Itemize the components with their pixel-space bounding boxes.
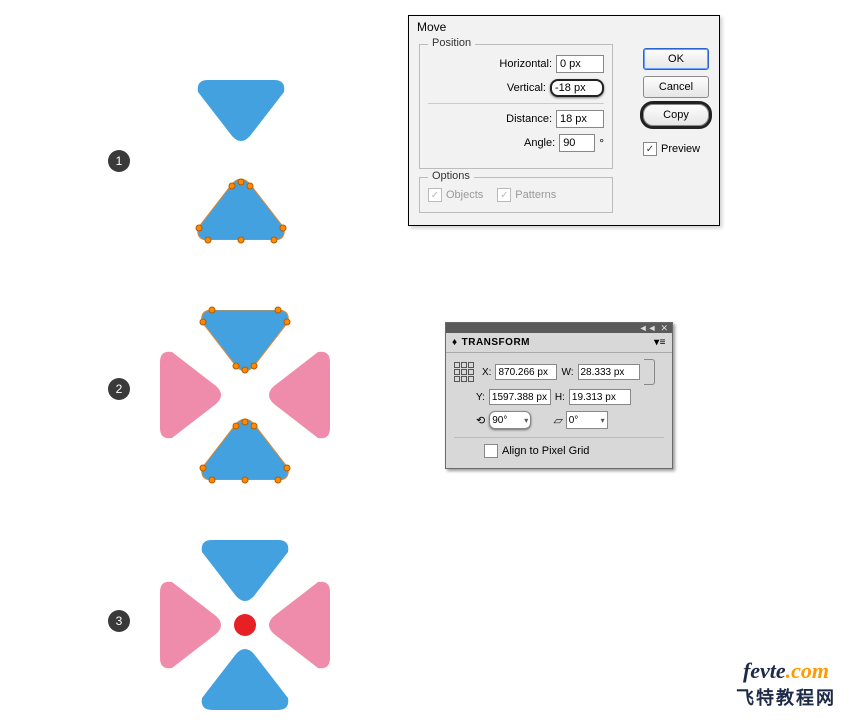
options-fieldset: Options ✓Objects ✓Patterns: [419, 177, 613, 213]
h-input[interactable]: [569, 389, 631, 405]
options-legend: Options: [428, 170, 474, 182]
step1-triangle-bottom: [196, 178, 286, 240]
vertical-label: Vertical:: [507, 82, 546, 94]
y-input[interactable]: [489, 389, 551, 405]
vertical-input[interactable]: [550, 79, 604, 97]
step-badge-1: 1: [108, 150, 130, 172]
patterns-checkbox: ✓Patterns: [497, 188, 556, 202]
step2-flower: [150, 300, 340, 490]
copy-button[interactable]: Copy: [643, 104, 709, 126]
link-wh-icon[interactable]: [644, 359, 655, 385]
degree-symbol: °: [599, 136, 604, 150]
x-label: X:: [482, 367, 491, 378]
watermark-dotcom: .com: [786, 658, 829, 683]
step-badge-2: 2: [108, 378, 130, 400]
horizontal-input[interactable]: [556, 55, 604, 73]
distance-input[interactable]: [556, 110, 604, 128]
rotate-dropdown[interactable]: 90° ▾: [489, 411, 531, 429]
objects-checkbox: ✓Objects: [428, 188, 483, 202]
step3-flower: [150, 530, 340, 720]
angle-label: Angle:: [524, 137, 555, 149]
w-label: W:: [561, 367, 573, 378]
panel-tab-caret-icon: ♦: [452, 337, 458, 348]
watermark: fevte.com 飞特教程网: [736, 658, 836, 710]
panel-tab[interactable]: ♦ TRANSFORM ▾≡: [446, 333, 672, 353]
step-number: 3: [116, 614, 123, 628]
angle-input[interactable]: [559, 134, 595, 152]
position-legend: Position: [428, 37, 475, 49]
panel-close-icon[interactable]: ✕: [660, 324, 668, 333]
step-number: 1: [116, 154, 123, 168]
shear-icon: ▱: [553, 414, 561, 427]
distance-label: Distance:: [506, 113, 552, 125]
chevron-down-icon: ▾: [601, 416, 605, 425]
preview-label: Preview: [661, 143, 700, 155]
dialog-title: Move: [409, 16, 719, 38]
panel-menu-icon[interactable]: ▾≡: [654, 337, 666, 348]
chevron-down-icon: ▾: [524, 416, 528, 425]
step-badge-3: 3: [108, 610, 130, 632]
rotate-icon: ⟲: [476, 414, 485, 427]
step-number: 2: [116, 382, 123, 396]
panel-drag-bar[interactable]: ◄◄ ✕: [446, 323, 672, 333]
x-input[interactable]: [495, 364, 557, 380]
panel-title: TRANSFORM: [462, 337, 530, 348]
align-pixel-grid-label: Align to Pixel Grid: [502, 445, 589, 457]
shear-value: 0°: [569, 415, 579, 426]
move-dialog: Move Position Horizontal: Vertical: Dist…: [408, 15, 720, 226]
step1-triangle-top: [196, 80, 286, 142]
horizontal-label: Horizontal:: [499, 58, 552, 70]
panel-collapse-icon[interactable]: ◄◄: [639, 324, 657, 333]
patterns-label: Patterns: [515, 189, 556, 201]
cancel-button[interactable]: Cancel: [643, 76, 709, 98]
align-pixel-grid-checkbox[interactable]: Align to Pixel Grid: [484, 444, 664, 458]
h-label: H:: [555, 392, 565, 403]
transform-panel: ◄◄ ✕ ♦ TRANSFORM ▾≡ X: W: Y: H: ⟲ 90° ▾: [445, 322, 673, 469]
position-fieldset: Position Horizontal: Vertical: Distance:…: [419, 44, 613, 169]
preview-checkbox[interactable]: ✓Preview: [643, 142, 709, 156]
watermark-brand: fevte: [743, 658, 786, 683]
reference-point-grid[interactable]: [454, 362, 474, 382]
ok-button[interactable]: OK: [643, 48, 709, 70]
objects-label: Objects: [446, 189, 483, 201]
watermark-cn: 飞特教程网: [736, 684, 836, 710]
rotate-value: 90°: [492, 415, 507, 426]
y-label: Y:: [476, 392, 485, 403]
shear-dropdown[interactable]: 0° ▾: [566, 411, 608, 429]
w-input[interactable]: [578, 364, 640, 380]
